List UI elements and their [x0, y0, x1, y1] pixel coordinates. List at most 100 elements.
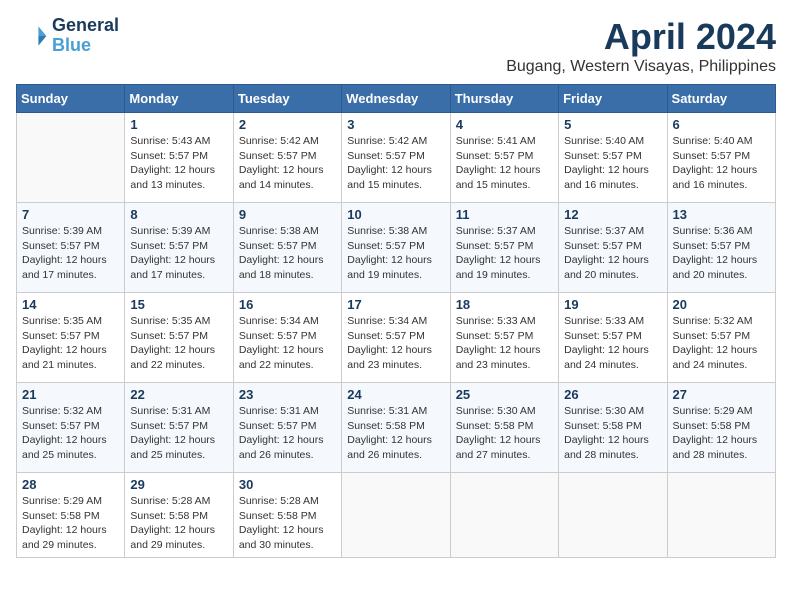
calendar-cell: 23Sunrise: 5:31 AM Sunset: 5:57 PM Dayli…: [233, 383, 341, 473]
day-info: Sunrise: 5:32 AM Sunset: 5:57 PM Dayligh…: [673, 314, 770, 373]
calendar-cell: 15 Sunrise: 5:35 AM Sunset: 5:57 PM Dayli…: [125, 293, 233, 383]
calendar-cell: 17Sunrise: 5:34 AM Sunset: 5:57 PM Dayli…: [342, 293, 450, 383]
day-info: Sunrise: 5:32 AM Sunset: 5:57 PM Dayligh…: [22, 404, 119, 463]
calendar-cell: 21 Sunrise: 5:32 AM Sunset: 5:57 PM Dayli…: [17, 383, 125, 473]
calendar-cell: [559, 473, 667, 558]
logo: General Blue: [16, 16, 119, 56]
day-number: 12: [564, 207, 661, 222]
day-number: 4: [456, 117, 553, 132]
calendar-cell: 19 Sunrise: 5:33 AM Sunset: 5:57 PM Dayli…: [559, 293, 667, 383]
day-header-saturday: Saturday: [667, 85, 775, 113]
day-info: Sunrise: 5:38 AM Sunset: 5:57 PM Dayligh…: [347, 224, 444, 283]
day-info: Sunrise: 5:30 AM Sunset: 5:58 PM Dayligh…: [456, 404, 553, 463]
day-number: 5: [564, 117, 661, 132]
week-row-4: 21 Sunrise: 5:32 AM Sunset: 5:57 PM Dayli…: [17, 383, 776, 473]
day-info: Sunrise: 5:38 AM Sunset: 5:57 PM Dayligh…: [239, 224, 336, 283]
calendar-cell: 14 Sunrise: 5:35 AM Sunset: 5:57 PM Dayli…: [17, 293, 125, 383]
calendar-cell: 18Sunrise: 5:33 AM Sunset: 5:57 PM Dayli…: [450, 293, 558, 383]
day-info: Sunrise: 5:28 AM Sunset: 5:58 PM Dayligh…: [239, 494, 336, 553]
calendar-cell: 10Sunrise: 5:38 AM Sunset: 5:57 PM Dayli…: [342, 203, 450, 293]
calendar-cell: [667, 473, 775, 558]
day-number: 7: [22, 207, 119, 222]
day-number: 20: [673, 297, 770, 312]
calendar-cell: 6 Sunrise: 5:40 AM Sunset: 5:57 PM Daylig…: [667, 113, 775, 203]
week-row-3: 14 Sunrise: 5:35 AM Sunset: 5:57 PM Dayli…: [17, 293, 776, 383]
calendar-cell: 2 Sunrise: 5:42 AM Sunset: 5:57 PM Daylig…: [233, 113, 341, 203]
day-info: Sunrise: 5:36 AM Sunset: 5:57 PM Dayligh…: [673, 224, 770, 283]
calendar-cell: 4 Sunrise: 5:41 AM Sunset: 5:57 PM Daylig…: [450, 113, 558, 203]
day-info: Sunrise: 5:33 AM Sunset: 5:57 PM Dayligh…: [456, 314, 553, 373]
day-header-monday: Monday: [125, 85, 233, 113]
day-info: Sunrise: 5:37 AM Sunset: 5:57 PM Dayligh…: [456, 224, 553, 283]
day-info: Sunrise: 5:28 AM Sunset: 5:58 PM Dayligh…: [130, 494, 227, 553]
calendar-cell: [342, 473, 450, 558]
calendar-cell: 5 Sunrise: 5:40 AM Sunset: 5:57 PM Daylig…: [559, 113, 667, 203]
day-info: Sunrise: 5:29 AM Sunset: 5:58 PM Dayligh…: [673, 404, 770, 463]
day-info: Sunrise: 5:31 AM Sunset: 5:57 PM Dayligh…: [239, 404, 336, 463]
calendar-cell: 25 Sunrise: 5:30 AM Sunset: 5:58 PM Dayli…: [450, 383, 558, 473]
day-number: 25: [456, 387, 553, 402]
day-info: Sunrise: 5:31 AM Sunset: 5:58 PM Dayligh…: [347, 404, 444, 463]
day-info: Sunrise: 5:31 AM Sunset: 5:57 PM Dayligh…: [130, 404, 227, 463]
day-number: 19: [564, 297, 661, 312]
day-number: 28: [22, 477, 119, 492]
day-number: 24: [347, 387, 444, 402]
day-info: Sunrise: 5:29 AM Sunset: 5:58 PM Dayligh…: [22, 494, 119, 553]
day-number: 6: [673, 117, 770, 132]
day-number: 29: [130, 477, 227, 492]
week-row-5: 28 Sunrise: 5:29 AM Sunset: 5:58 PM Dayli…: [17, 473, 776, 558]
day-info: Sunrise: 5:40 AM Sunset: 5:57 PM Dayligh…: [564, 134, 661, 193]
day-number: 21: [22, 387, 119, 402]
calendar-cell: 1Sunrise: 5:43 AM Sunset: 5:57 PM Daylig…: [125, 113, 233, 203]
calendar-table: SundayMondayTuesdayWednesdayThursdayFrid…: [16, 84, 776, 558]
calendar-cell: 30 Sunrise: 5:28 AM Sunset: 5:58 PM Dayli…: [233, 473, 341, 558]
calendar-cell: [450, 473, 558, 558]
calendar-cell: 28 Sunrise: 5:29 AM Sunset: 5:58 PM Dayli…: [17, 473, 125, 558]
calendar-cell: [17, 113, 125, 203]
day-info: Sunrise: 5:42 AM Sunset: 5:57 PM Dayligh…: [239, 134, 336, 193]
calendar-cell: 12 Sunrise: 5:37 AM Sunset: 5:57 PM Dayli…: [559, 203, 667, 293]
calendar-cell: 29 Sunrise: 5:28 AM Sunset: 5:58 PM Dayli…: [125, 473, 233, 558]
location-title: Bugang, Western Visayas, Philippines: [506, 58, 776, 76]
day-info: Sunrise: 5:34 AM Sunset: 5:57 PM Dayligh…: [239, 314, 336, 373]
day-info: Sunrise: 5:42 AM Sunset: 5:57 PM Dayligh…: [347, 134, 444, 193]
calendar-cell: 16Sunrise: 5:34 AM Sunset: 5:57 PM Dayli…: [233, 293, 341, 383]
week-row-1: 1Sunrise: 5:43 AM Sunset: 5:57 PM Daylig…: [17, 113, 776, 203]
day-info: Sunrise: 5:34 AM Sunset: 5:57 PM Dayligh…: [347, 314, 444, 373]
calendar-cell: 22 Sunrise: 5:31 AM Sunset: 5:57 PM Dayli…: [125, 383, 233, 473]
day-header-friday: Friday: [559, 85, 667, 113]
day-number: 11: [456, 207, 553, 222]
day-number: 1: [130, 117, 227, 132]
day-number: 30: [239, 477, 336, 492]
day-info: Sunrise: 5:35 AM Sunset: 5:57 PM Dayligh…: [130, 314, 227, 373]
day-info: Sunrise: 5:39 AM Sunset: 5:57 PM Dayligh…: [22, 224, 119, 283]
calendar-cell: 3Sunrise: 5:42 AM Sunset: 5:57 PM Daylig…: [342, 113, 450, 203]
calendar-cell: 11 Sunrise: 5:37 AM Sunset: 5:57 PM Dayli…: [450, 203, 558, 293]
day-info: Sunrise: 5:39 AM Sunset: 5:57 PM Dayligh…: [130, 224, 227, 283]
calendar-cell: 8Sunrise: 5:39 AM Sunset: 5:57 PM Daylig…: [125, 203, 233, 293]
day-number: 9: [239, 207, 336, 222]
day-info: Sunrise: 5:37 AM Sunset: 5:57 PM Dayligh…: [564, 224, 661, 283]
day-header-wednesday: Wednesday: [342, 85, 450, 113]
day-number: 15: [130, 297, 227, 312]
day-number: 26: [564, 387, 661, 402]
day-header-sunday: Sunday: [17, 85, 125, 113]
day-number: 14: [22, 297, 119, 312]
calendar-cell: 13 Sunrise: 5:36 AM Sunset: 5:57 PM Dayli…: [667, 203, 775, 293]
day-number: 2: [239, 117, 336, 132]
calendar-cell: 24 Sunrise: 5:31 AM Sunset: 5:58 PM Dayli…: [342, 383, 450, 473]
day-info: Sunrise: 5:41 AM Sunset: 5:57 PM Dayligh…: [456, 134, 553, 193]
day-info: Sunrise: 5:35 AM Sunset: 5:57 PM Dayligh…: [22, 314, 119, 373]
logo-icon: [16, 20, 48, 52]
day-info: Sunrise: 5:30 AM Sunset: 5:58 PM Dayligh…: [564, 404, 661, 463]
calendar-cell: 26 Sunrise: 5:30 AM Sunset: 5:58 PM Dayli…: [559, 383, 667, 473]
day-header-thursday: Thursday: [450, 85, 558, 113]
calendar-cell: 9 Sunrise: 5:38 AM Sunset: 5:57 PM Daylig…: [233, 203, 341, 293]
day-info: Sunrise: 5:33 AM Sunset: 5:57 PM Dayligh…: [564, 314, 661, 373]
calendar-cell: 20 Sunrise: 5:32 AM Sunset: 5:57 PM Dayli…: [667, 293, 775, 383]
day-header-tuesday: Tuesday: [233, 85, 341, 113]
day-number: 22: [130, 387, 227, 402]
day-info: Sunrise: 5:40 AM Sunset: 5:57 PM Dayligh…: [673, 134, 770, 193]
page-header: General Blue April 2024 Bugang, Western …: [16, 16, 776, 76]
day-number: 13: [673, 207, 770, 222]
